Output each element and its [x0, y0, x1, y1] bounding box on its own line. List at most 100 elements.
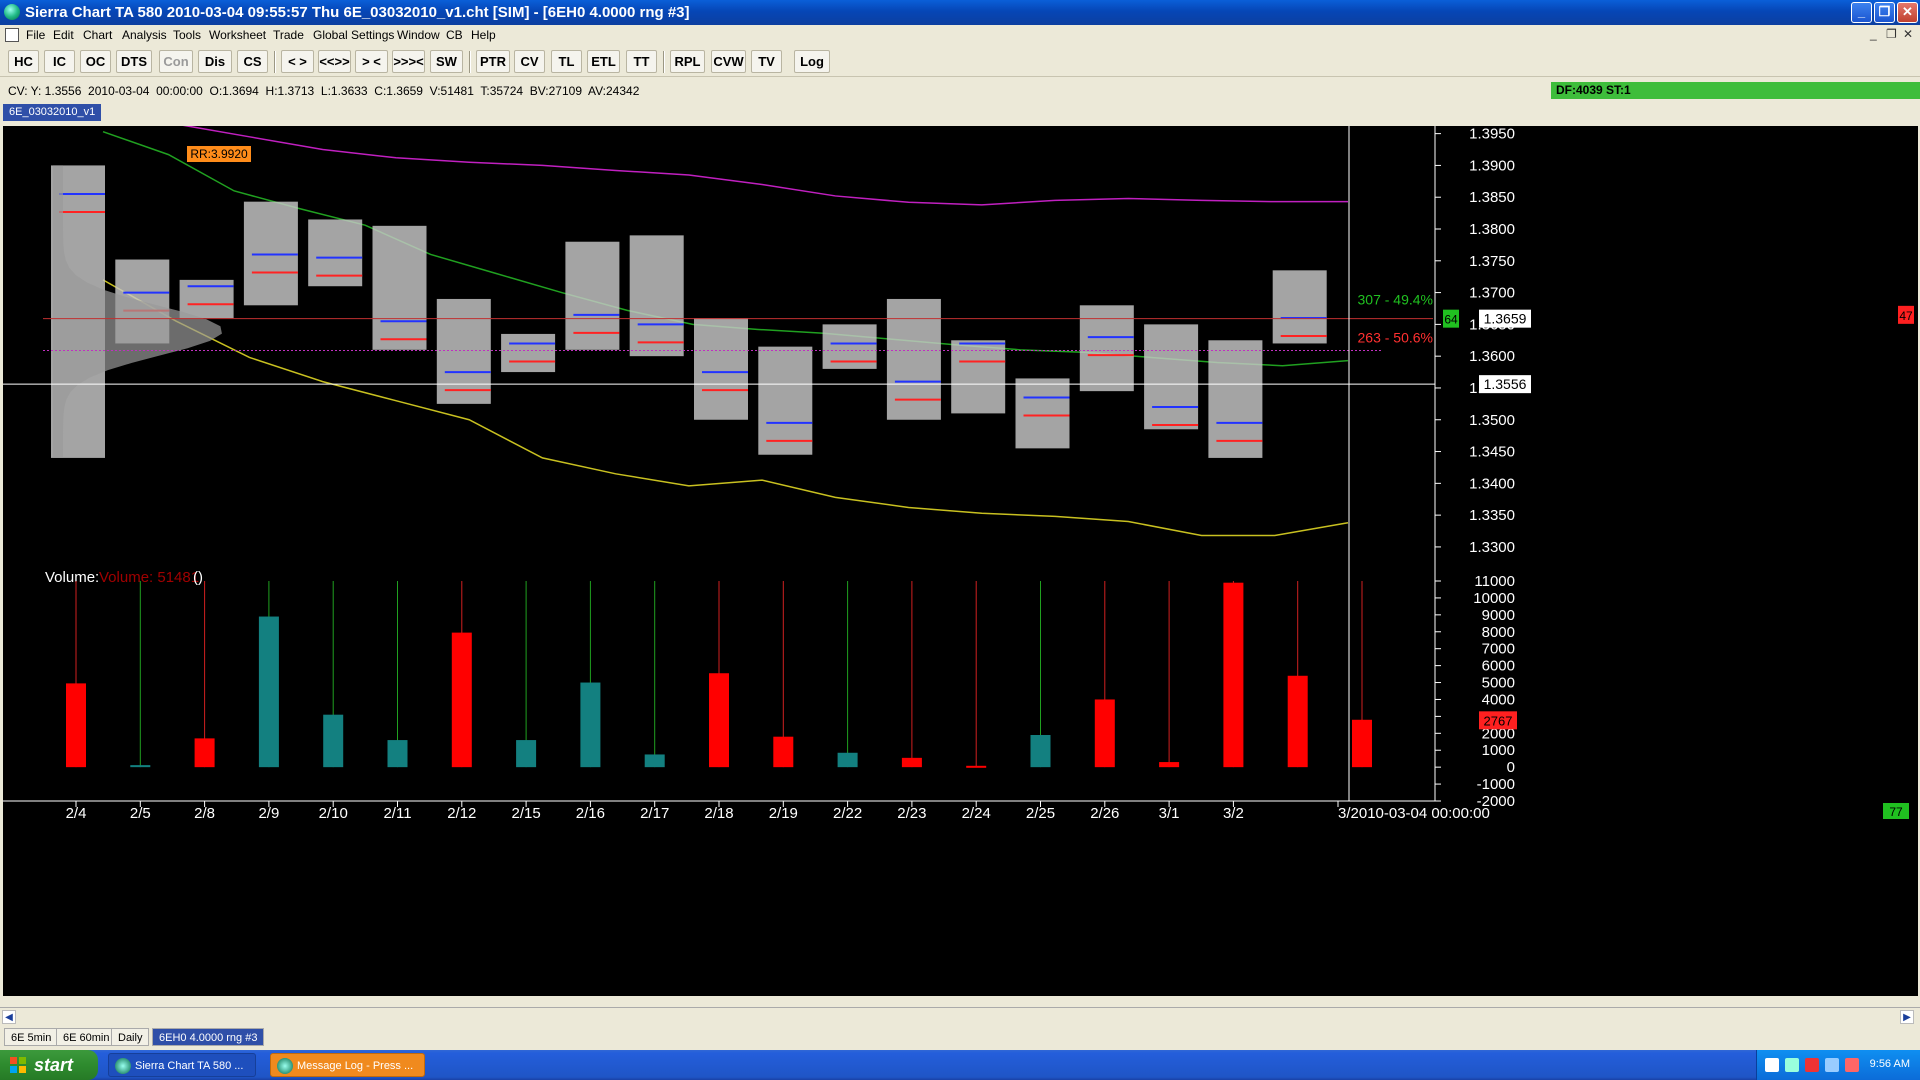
time-tick-label: 2/17 [640, 805, 669, 822]
status-indicator: DF:4039 ST:1 [1551, 82, 1920, 99]
horizontal-scrollbar[interactable]: ◀ ▶ [0, 1007, 1920, 1025]
cv-button[interactable]: CV [514, 50, 545, 73]
con-button[interactable]: Con [159, 50, 193, 73]
title-bar[interactable]: Sierra Chart TA 580 2010-03-04 09:55:57 … [0, 0, 1920, 25]
volume-tick-label: -1000 [1477, 776, 1515, 793]
mdi-restore-button[interactable]: ❐ [1886, 27, 1897, 41]
compress-button[interactable]: > < [355, 50, 388, 73]
volume-tick-label: 11000 [1474, 573, 1515, 590]
document-icon[interactable] [5, 28, 19, 42]
volume-tick-label: 0 [1507, 759, 1515, 776]
price-tick-label: 1.3700 [1469, 285, 1515, 302]
toolbar: HC IC OC DTS Con Dis CS < > <<>> > < >>>… [0, 45, 1920, 77]
volume-tick-label: 8000 [1482, 624, 1515, 641]
restore-button[interactable]: ❐ [1874, 2, 1895, 23]
dis-button[interactable]: Dis [198, 50, 232, 73]
volume-bar [516, 740, 537, 768]
scroll-left-arrow-icon[interactable]: ◀ [2, 1010, 16, 1024]
tab-daily[interactable]: Daily [111, 1028, 150, 1046]
network-tray-icon[interactable] [1785, 1058, 1799, 1072]
mdi-minimize-button[interactable]: _ [1870, 27, 1877, 41]
task-message-log[interactable]: Message Log - Press ... [270, 1053, 425, 1077]
ic-button[interactable]: IC [44, 50, 75, 73]
toolbar-separator [469, 51, 471, 73]
alert-tray-icon[interactable] [1845, 1058, 1859, 1072]
tab-6eh0-range[interactable]: 6EH0 4.0000 rng #3 [152, 1028, 265, 1046]
minimize-button[interactable]: _ [1851, 2, 1872, 23]
volume-tick-label: 1000 [1482, 742, 1515, 759]
time-tick-label: 2/22 [833, 805, 862, 822]
profile-block-3-1 [1144, 324, 1199, 430]
profile-block-2-25 [1015, 378, 1070, 449]
security-tray-icon[interactable] [1805, 1058, 1819, 1072]
menu-file[interactable]: File [26, 28, 45, 42]
tab-6e-60min[interactable]: 6E 60min [56, 1028, 117, 1046]
volume-bar [66, 683, 86, 768]
mdi-close-button[interactable]: ✕ [1903, 27, 1913, 41]
menu-worksheet[interactable]: Worksheet [209, 28, 266, 42]
chart-tabs-bar: 6E 5min 6E 60min Daily 6EH0 4.0000 rng #… [0, 1025, 1920, 1047]
chart-values-bar: CV: Y: 1.3556 2010-03-04 00:00:00 O:1.36… [0, 80, 1920, 101]
menu-analysis[interactable]: Analysis [122, 28, 167, 42]
rr-label: RR:3.9920 [190, 147, 248, 161]
etl-button[interactable]: ETL [587, 50, 620, 73]
menu-global-settings[interactable]: Global Settings [313, 28, 394, 42]
menu-help[interactable]: Help [471, 28, 496, 42]
help-tray-icon[interactable] [1765, 1058, 1779, 1072]
time-tick-label: 2/19 [769, 805, 798, 822]
task-sierra-chart[interactable]: Sierra Chart TA 580 ... [108, 1053, 256, 1077]
chart-tab[interactable]: 6E_03032010_v1 [3, 104, 101, 121]
volume-bar [580, 682, 601, 768]
menu-chart[interactable]: Chart [83, 28, 112, 42]
cs-button[interactable]: CS [237, 50, 268, 73]
time-tick-label: 2/9 [258, 805, 279, 822]
menu-tools[interactable]: Tools [173, 28, 201, 42]
cvw-button[interactable]: CVW [711, 50, 746, 73]
log-button[interactable]: Log [794, 50, 830, 73]
start-label: start [34, 1055, 74, 1075]
menu-trade[interactable]: Trade [273, 28, 304, 42]
window-title: Sierra Chart TA 580 2010-03-04 09:55:57 … [25, 4, 690, 21]
time-tick-label: 3/2010-03-04 00:00:00 [1338, 805, 1490, 822]
price-volume-chart[interactable]: 1.3950 1.3900 1.3850 1.3800 1.3750 1.3700 1.36… [3, 126, 1918, 996]
volume-bar [451, 632, 472, 768]
upper-band-line [182, 126, 1348, 206]
volume-bar [644, 754, 665, 768]
dts-button[interactable]: DTS [116, 50, 152, 73]
volume-bar [258, 616, 279, 768]
tab-6e-5min[interactable]: 6E 5min [4, 1028, 59, 1046]
volume-tick-label: 6000 [1482, 658, 1515, 675]
volume-bar [194, 738, 215, 768]
ptr-button[interactable]: PTR [476, 50, 510, 73]
time-tick-label: 2/12 [447, 805, 476, 822]
tv-button[interactable]: TV [751, 50, 782, 73]
volume-bar [323, 714, 344, 768]
price-tick-label: 1.3950 [1469, 126, 1515, 143]
red-marker-label: 47 [1899, 309, 1913, 323]
scroll-right-arrow-icon[interactable]: ▶ [1900, 1010, 1914, 1024]
menu-edit[interactable]: Edit [53, 28, 74, 42]
volume-bar [130, 765, 151, 768]
tl-button[interactable]: TL [551, 50, 582, 73]
time-tick-label: 2/24 [962, 805, 991, 822]
menu-cb[interactable]: CB [446, 28, 463, 42]
volume-bar [709, 673, 729, 768]
sw-button[interactable]: SW [430, 50, 463, 73]
scroll-end-button[interactable]: >>>< [392, 50, 425, 73]
oc-button[interactable]: OC [80, 50, 111, 73]
volume-tray-icon[interactable] [1825, 1058, 1839, 1072]
chart-area[interactable]: 1.3950 1.3900 1.3850 1.3800 1.3750 1.3700 1.36… [3, 126, 1918, 996]
start-button[interactable]: start [0, 1050, 98, 1080]
menu-window[interactable]: Window [397, 28, 440, 42]
profile-block-2-24 [951, 340, 1006, 414]
current-volume-label: 2767 [1484, 713, 1513, 728]
expand-button[interactable]: <<>> [318, 50, 351, 73]
price-tick-label: 1.3850 [1469, 189, 1515, 206]
scroll-left-button[interactable]: < > [281, 50, 314, 73]
rpl-button[interactable]: RPL [670, 50, 705, 73]
hc-button[interactable]: HC [8, 50, 39, 73]
tt-button[interactable]: TT [626, 50, 657, 73]
windows-logo-icon [10, 1057, 26, 1073]
close-button[interactable]: ✕ [1897, 2, 1918, 23]
price-tick-label: 1.3300 [1469, 539, 1515, 556]
